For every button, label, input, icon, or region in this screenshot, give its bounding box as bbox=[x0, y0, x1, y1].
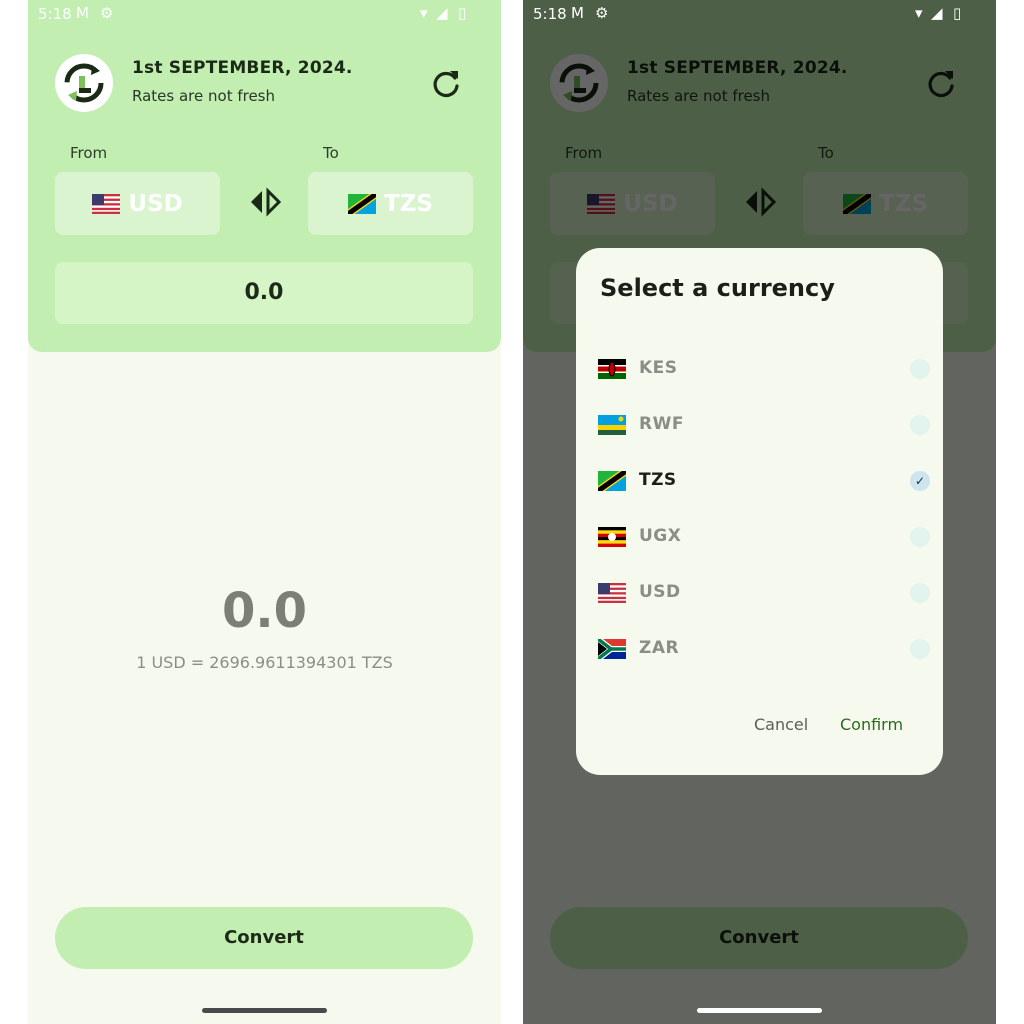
header-panel: 5:18 M ⚙ ▾ ◢ ▯ 1st SEPTEMBER, 2024. Rate… bbox=[28, 0, 501, 352]
wifi-icon: ▾ bbox=[420, 4, 428, 22]
from-label: From bbox=[70, 144, 108, 162]
to-currency-code: TZS bbox=[384, 191, 433, 217]
rwanda-flag-icon bbox=[598, 415, 626, 435]
mail-icon: M bbox=[571, 4, 584, 22]
currency-code: TZS bbox=[639, 470, 677, 490]
app-logo bbox=[55, 54, 113, 112]
mail-icon: M bbox=[76, 4, 89, 22]
settings-icon: ⚙ bbox=[100, 4, 114, 22]
currency-option-rwf[interactable]: RWF bbox=[598, 405, 930, 445]
currency-code: UGX bbox=[639, 526, 682, 546]
radio-button[interactable] bbox=[910, 583, 930, 603]
exchange-rate-text: 1 USD = 2696.9611394301 TZS bbox=[136, 653, 393, 672]
tanzania-flag-icon bbox=[345, 190, 379, 218]
status-time: 5:18 bbox=[38, 5, 72, 23]
kenya-flag-icon bbox=[598, 359, 626, 379]
swap-currencies-button[interactable] bbox=[247, 187, 283, 217]
refresh-icon bbox=[433, 71, 459, 98]
dialog-title: Select a currency bbox=[600, 274, 835, 302]
tanzania-flag-icon bbox=[598, 471, 626, 491]
home-indicator[interactable] bbox=[202, 1008, 327, 1013]
currency-code: ZAR bbox=[639, 638, 680, 658]
settings-icon: ⚙ bbox=[595, 4, 609, 22]
south-africa-flag-icon bbox=[598, 639, 626, 659]
radio-button[interactable] bbox=[910, 359, 930, 379]
currency-option-usd[interactable]: USD bbox=[598, 573, 930, 613]
currency-code: KES bbox=[639, 358, 678, 378]
swap-arrows-icon bbox=[251, 187, 282, 217]
currency-dialog: Select a currency KES RWF TZS ✓ UGX USD … bbox=[576, 248, 943, 775]
currency-option-ugx[interactable]: UGX bbox=[598, 517, 930, 557]
uganda-flag-icon bbox=[598, 527, 626, 547]
converted-value: 0.0 bbox=[221, 583, 308, 639]
to-currency-button[interactable]: TZS bbox=[308, 172, 473, 235]
currency-option-zar[interactable]: ZAR bbox=[598, 629, 930, 669]
to-label: To bbox=[323, 144, 339, 162]
battery-icon: ▯ bbox=[458, 4, 467, 22]
status-bar: 5:18 M ⚙ ▾ ◢ ▯ bbox=[523, 0, 996, 28]
refresh-button[interactable] bbox=[428, 66, 464, 102]
converter-screen: 5:18 M ⚙ ▾ ◢ ▯ 1st SEPTEMBER, 2024. Rate… bbox=[28, 0, 501, 1024]
currency-option-kes[interactable]: KES bbox=[598, 349, 930, 389]
convert-button[interactable]: Convert bbox=[55, 907, 473, 969]
confirm-button[interactable]: Confirm bbox=[840, 715, 903, 734]
status-bar: 5:18 M ⚙ ▾ ◢ ▯ bbox=[28, 0, 501, 28]
rates-date: 1st SEPTEMBER, 2024. bbox=[132, 58, 353, 78]
status-time: 5:18 bbox=[533, 5, 567, 23]
currency-code: USD bbox=[639, 582, 681, 602]
amount-input[interactable]: 0.0 bbox=[55, 262, 473, 324]
cancel-button[interactable]: Cancel bbox=[754, 715, 808, 734]
from-currency-code: USD bbox=[128, 191, 183, 217]
usa-flag-icon bbox=[598, 583, 626, 603]
radio-button[interactable] bbox=[910, 639, 930, 659]
signal-icon: ◢ bbox=[931, 4, 943, 22]
usa-flag-icon bbox=[92, 194, 121, 214]
radio-checked-icon[interactable]: ✓ bbox=[910, 471, 930, 491]
signal-icon: ◢ bbox=[436, 4, 448, 22]
radio-button[interactable] bbox=[910, 527, 930, 547]
radio-button[interactable] bbox=[910, 415, 930, 435]
currency-option-tzs[interactable]: TZS ✓ bbox=[598, 461, 930, 501]
wifi-icon: ▾ bbox=[915, 4, 923, 22]
from-currency-button[interactable]: USD bbox=[55, 172, 220, 235]
currency-picker-screen: 5:18 M ⚙ ▾ ◢ ▯ 1st SEPTEMBER, 2024. Rate… bbox=[523, 0, 996, 1024]
currency-code: RWF bbox=[639, 414, 684, 434]
battery-icon: ▯ bbox=[953, 4, 962, 22]
freshness-status: Rates are not fresh bbox=[132, 87, 276, 105]
home-indicator[interactable] bbox=[697, 1008, 822, 1013]
